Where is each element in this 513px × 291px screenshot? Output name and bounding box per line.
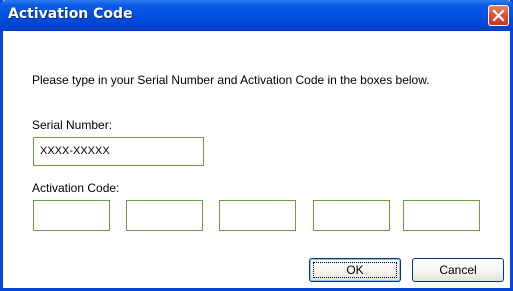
ok-button[interactable]: OK	[309, 258, 401, 282]
serial-number-label: Serial Number:	[32, 118, 113, 132]
close-icon	[492, 9, 505, 22]
serial-number-field[interactable]: XXXX-XXXXX	[33, 137, 204, 166]
activation-code-field-1[interactable]	[33, 200, 110, 231]
cancel-button[interactable]: Cancel	[412, 258, 504, 282]
activation-code-label: Activation Code:	[32, 181, 120, 195]
instruction-text: Please type in your Serial Number and Ac…	[32, 73, 430, 87]
serial-number-value: XXXX-XXXXX	[40, 145, 110, 157]
title-bar[interactable]: Activation Code	[0, 0, 513, 31]
activation-code-field-4[interactable]	[313, 200, 390, 231]
activation-code-field-2[interactable]	[126, 200, 203, 231]
focus-rectangle	[313, 262, 397, 278]
activation-code-field-5[interactable]	[403, 200, 480, 231]
cancel-button-label: Cancel	[439, 263, 477, 277]
window-title: Activation Code	[8, 6, 133, 22]
close-button[interactable]	[488, 5, 509, 26]
activation-code-field-3[interactable]	[219, 200, 296, 231]
